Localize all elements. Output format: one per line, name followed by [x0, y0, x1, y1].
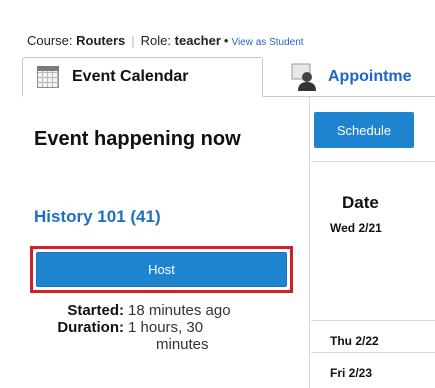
duration-row-cont: minutes [22, 336, 273, 353]
event-now-panel: Event happening now History 101 (41) Hos… [22, 97, 310, 388]
event-details: Started: 18 minutes ago Duration: 1 hour… [22, 302, 273, 353]
date-row: Thu 2/22 [330, 334, 379, 348]
duration-value: 1 hours, 30 [128, 319, 204, 336]
event-course-link[interactable]: History 101 (41) [34, 207, 161, 227]
tab-event-calendar[interactable]: Event Calendar [22, 57, 263, 97]
event-now-heading: Event happening now [34, 128, 241, 150]
course-name: Routers [76, 33, 126, 48]
separator: | [131, 33, 135, 48]
tab-bar: Event Calendar Appointme [22, 57, 435, 97]
date-column-header: Date [342, 193, 379, 212]
view-as-student-link[interactable]: View as Student [231, 37, 303, 48]
host-button[interactable]: Host [36, 252, 287, 287]
schedule-panel: Schedule Date Wed 2/21 Thu 2/22 Fri 2/23 [311, 97, 435, 388]
duration-label: Duration: [57, 319, 124, 336]
tab-appointments[interactable]: Appointme [288, 57, 412, 97]
person-icon [290, 63, 318, 91]
course-role-bar: Course: Routers | Role: teacher • View as St… [27, 33, 304, 48]
tab-label: Event Calendar [72, 68, 189, 85]
date-row: Fri 2/23 [330, 366, 373, 380]
course-label: Course: [27, 33, 73, 48]
schedule-button[interactable]: Schedule [314, 112, 414, 148]
schedule-grid-top [311, 161, 435, 162]
date-row-divider [311, 352, 435, 353]
role-label: Role: [140, 33, 172, 48]
started-row: Started: 18 minutes ago [22, 302, 273, 319]
duration-row: Duration: 1 hours, 30 [22, 319, 273, 336]
role-value: teacher [174, 33, 221, 48]
duration-value-cont: minutes [156, 336, 209, 353]
duration-spacer [22, 336, 128, 353]
calendar-icon [37, 66, 59, 88]
tab-label: Appointme [328, 68, 412, 85]
bullet-separator: • [223, 33, 229, 48]
date-row-divider [311, 320, 435, 321]
host-button-highlight: Host [30, 246, 293, 293]
started-value: 18 minutes ago [128, 302, 231, 319]
started-label: Started: [67, 302, 124, 319]
date-row: Wed 2/21 [330, 221, 382, 235]
